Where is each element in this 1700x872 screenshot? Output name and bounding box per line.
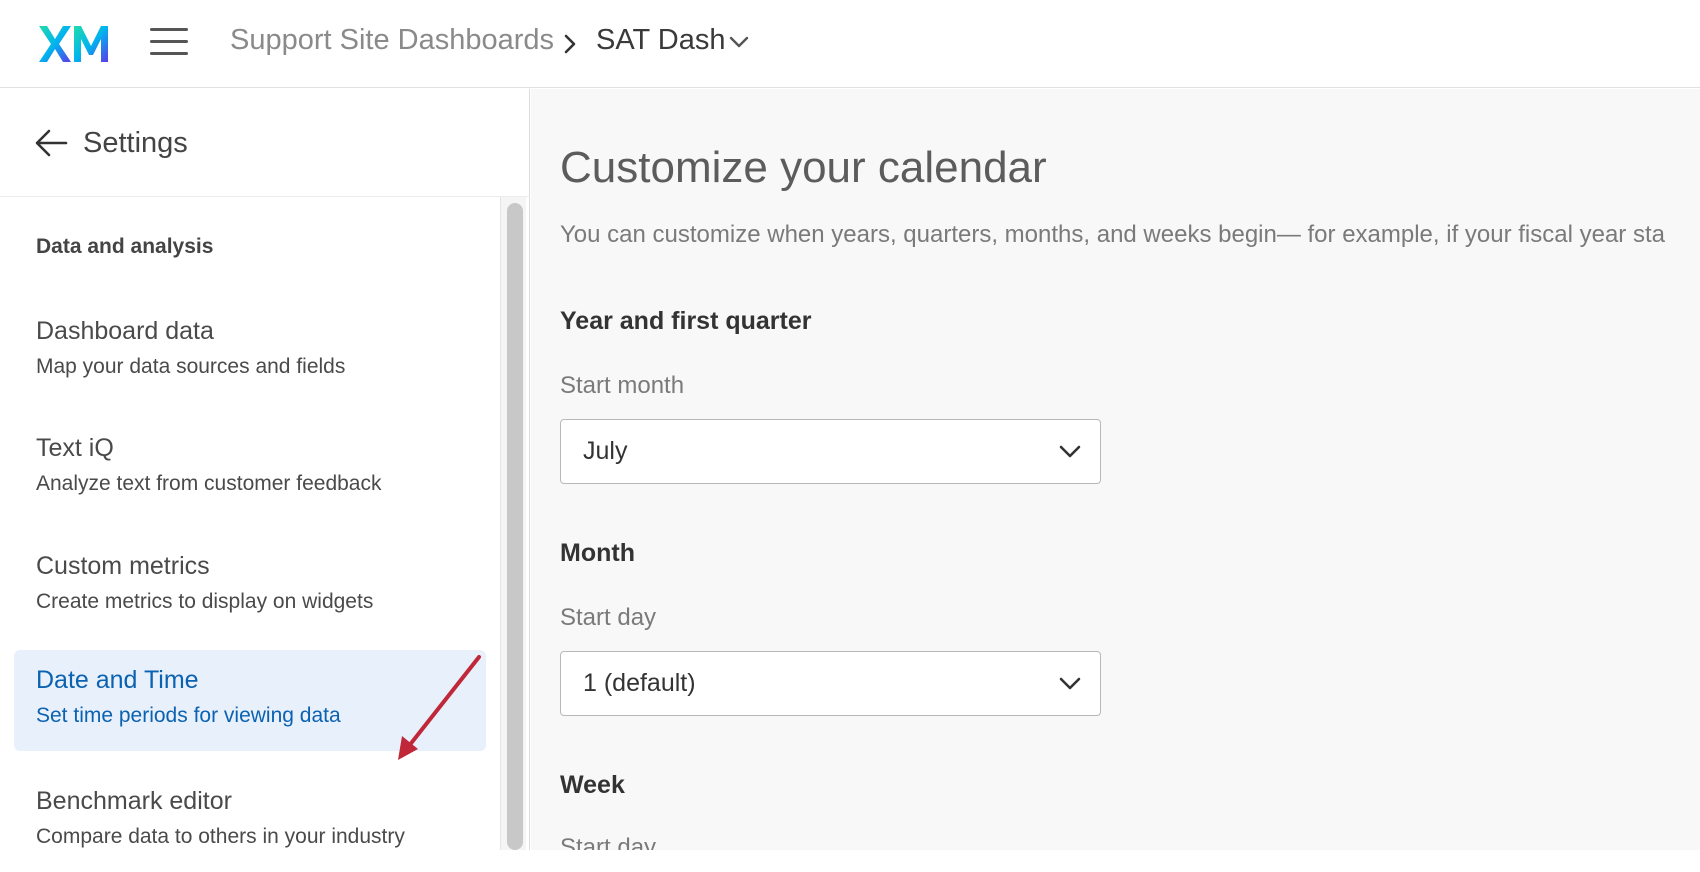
sidebar-item-title: Custom metrics — [36, 552, 210, 580]
sidebar-item-title: Benchmark editor — [36, 787, 232, 815]
menu-icon[interactable] — [150, 28, 188, 60]
sidebar-item-benchmark-editor[interactable]: Benchmark editor Compare data to others … — [14, 771, 486, 872]
sidebar-title: Settings — [83, 127, 188, 159]
sidebar-item-desc: Map your data sources and fields — [36, 355, 346, 378]
sidebar-item-text-iq[interactable]: Text iQ Analyze text from customer feedb… — [14, 418, 486, 519]
week-section-title: Week — [560, 771, 625, 799]
sidebar-item-custom-metrics[interactable]: Custom metrics Create metrics to display… — [14, 536, 486, 637]
settings-sidebar: Settings Data and analysis Dashboard dat… — [0, 89, 530, 850]
xm-logo[interactable] — [38, 24, 110, 64]
sidebar-item-desc: Analyze text from customer feedback — [36, 472, 382, 495]
chevron-down-icon — [1059, 677, 1081, 690]
sidebar-item-title: Text iQ — [36, 434, 114, 462]
sidebar-item-title: Date and Time — [36, 666, 199, 694]
scrollbar-thumb[interactable] — [507, 203, 523, 850]
sidebar-item-title: Dashboard data — [36, 317, 214, 345]
breadcrumb-root[interactable]: Support Site Dashboards — [230, 24, 554, 57]
top-bar: Support Site Dashboards SAT Dash — [0, 0, 1700, 88]
chevron-down-icon[interactable] — [728, 34, 750, 50]
back-arrow-icon[interactable] — [34, 127, 68, 159]
page-description: You can customize when years, quarters, … — [560, 221, 1665, 248]
select-value: July — [583, 437, 628, 465]
week-start-day-label: Start day — [560, 834, 657, 850]
breadcrumb-current[interactable]: SAT Dash — [596, 24, 725, 57]
select-value: 1 (default) — [583, 669, 696, 697]
start-month-label: Start month — [560, 372, 685, 399]
section-label: Data and analysis — [36, 235, 214, 258]
sidebar-item-desc: Create metrics to display on widgets — [36, 590, 374, 613]
chevron-down-icon — [1059, 445, 1081, 458]
chevron-right-icon — [564, 34, 576, 54]
month-section-title: Month — [560, 539, 635, 567]
month-start-day-label: Start day — [560, 604, 657, 631]
sidebar-item-desc: Set time periods for viewing data — [36, 704, 341, 727]
main-panel: Customize your calendar You can customiz… — [531, 89, 1700, 850]
sidebar-item-desc: Compare data to others in your industry — [36, 825, 405, 848]
sidebar-item-dashboard-data[interactable]: Dashboard data Map your data sources and… — [14, 301, 486, 402]
sidebar-header: Settings — [0, 89, 530, 197]
year-section-title: Year and first quarter — [560, 307, 812, 335]
start-month-select[interactable]: July — [560, 419, 1101, 484]
page-title: Customize your calendar — [560, 143, 1047, 192]
month-start-day-select[interactable]: 1 (default) — [560, 651, 1101, 716]
annotation-arrow-icon — [398, 655, 481, 760]
